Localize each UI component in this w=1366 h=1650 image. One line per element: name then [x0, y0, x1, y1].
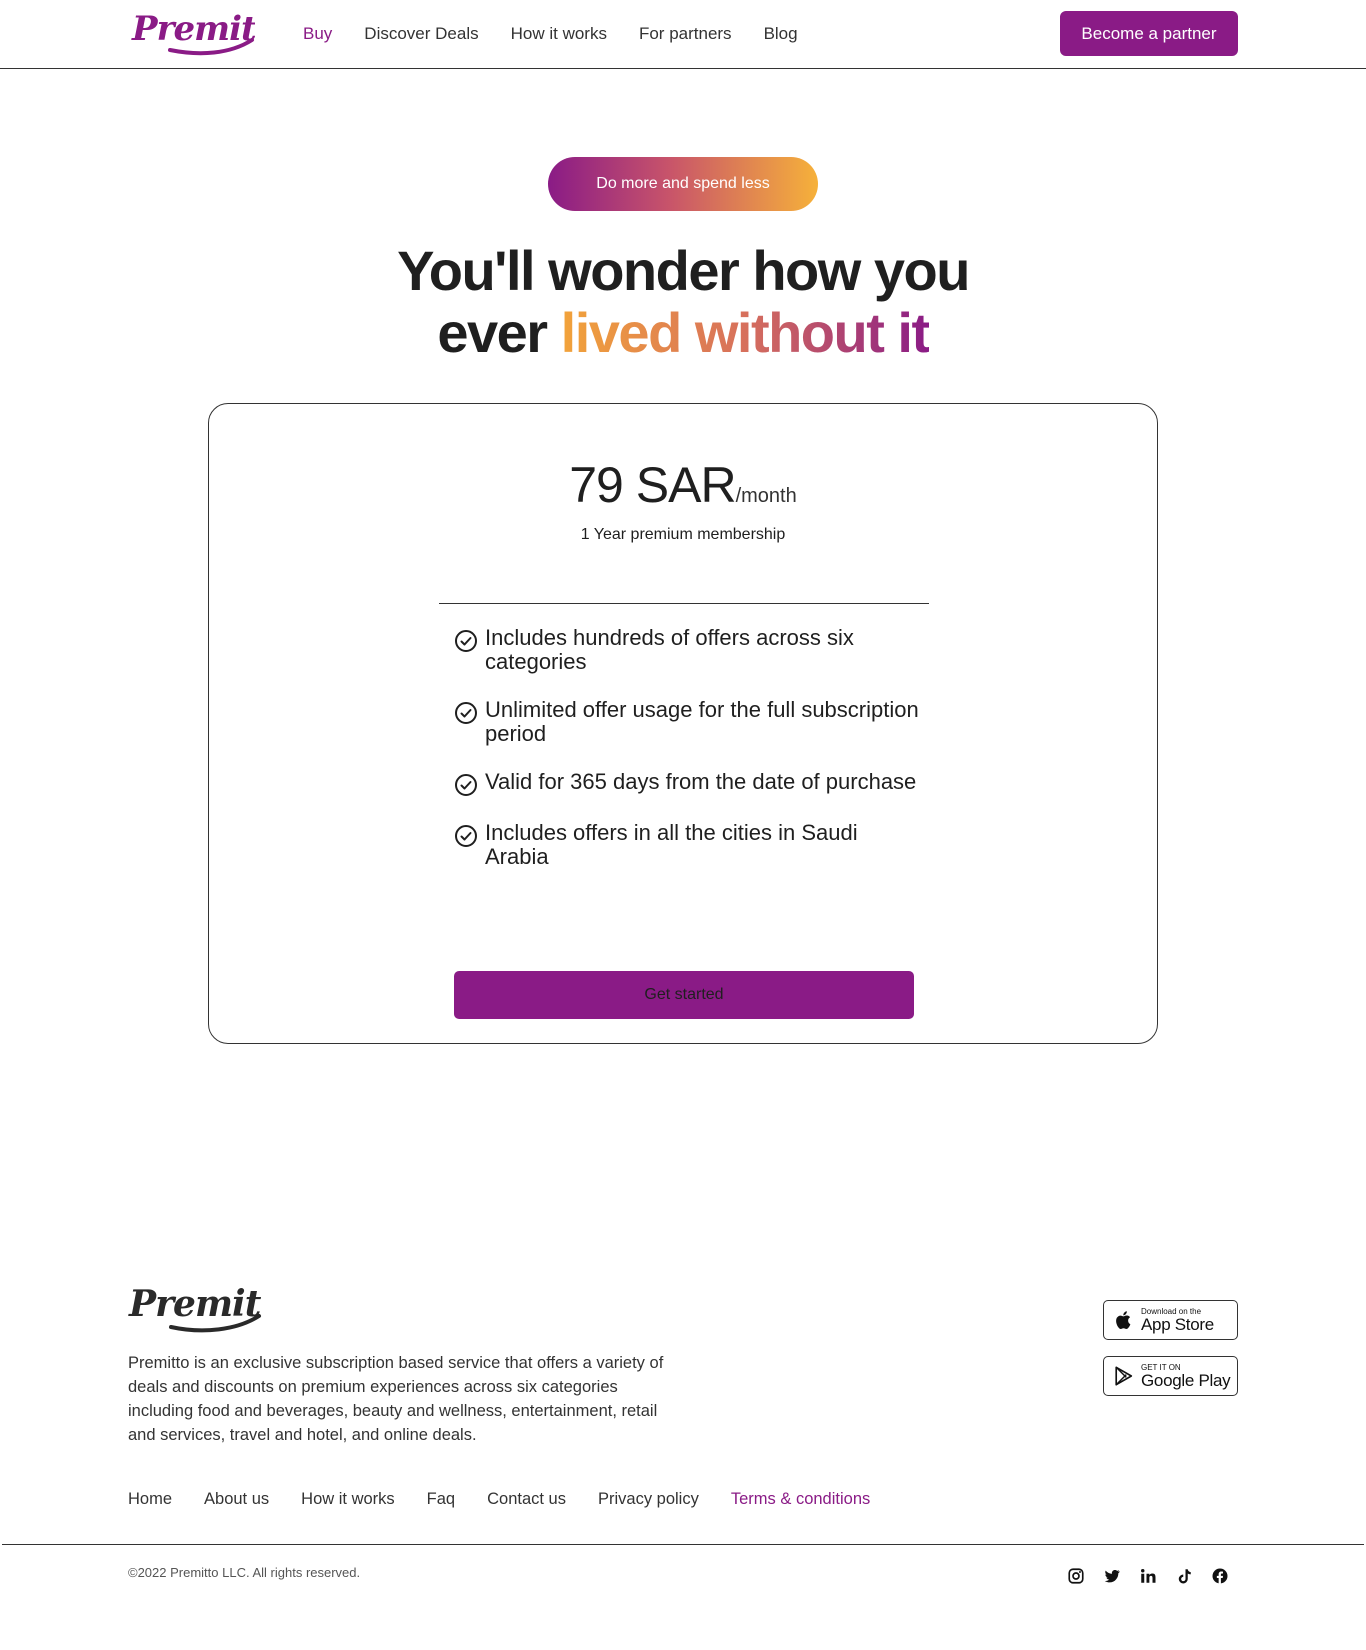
footer-logo[interactable]: Premitto: [127, 1280, 300, 1336]
footer-link-faq[interactable]: Faq: [427, 1490, 455, 1509]
check-circle-icon: [455, 825, 477, 847]
social-links: [1066, 1566, 1230, 1586]
feature-item: Includes hundreds of offers across six c…: [454, 626, 924, 674]
footer-link-home[interactable]: Home: [128, 1490, 172, 1509]
tagline-pill: Do more and spend less: [548, 157, 818, 211]
feature-item: Includes offers in all the cities in Sau…: [454, 821, 924, 869]
headline-line-1: You'll wonder how you: [397, 239, 970, 302]
headline-line-2-plain: ever: [437, 301, 548, 364]
footer-link-privacy-policy[interactable]: Privacy policy: [598, 1490, 699, 1509]
feature-item: Unlimited offer usage for the full subsc…: [454, 698, 924, 746]
footer-link-terms[interactable]: Terms & conditions: [731, 1490, 870, 1509]
header-logo[interactable]: Premitto: [130, 6, 293, 60]
plan-price: 79 SAR: [569, 457, 736, 513]
tiktok-icon[interactable]: [1174, 1566, 1194, 1586]
nav-for-partners[interactable]: For partners: [639, 22, 732, 46]
twitter-icon[interactable]: [1102, 1566, 1122, 1586]
page-headline: You'll wonder how you ever lived without…: [283, 240, 1083, 364]
card-divider: [439, 603, 929, 604]
google-play-button[interactable]: GET IT ON Google Play: [1103, 1356, 1238, 1396]
footer-link-contact-us[interactable]: Contact us: [487, 1490, 566, 1509]
feature-list: Includes hundreds of offers across six c…: [454, 626, 924, 893]
footer-link-about-us[interactable]: About us: [204, 1490, 269, 1509]
nav-discover-deals[interactable]: Discover Deals: [364, 22, 478, 46]
svg-text:Premitto: Premitto: [131, 9, 255, 49]
instagram-icon[interactable]: [1066, 1566, 1086, 1586]
app-store-button[interactable]: Download on the App Store: [1103, 1300, 1238, 1340]
check-circle-icon: [455, 774, 477, 796]
linkedin-icon[interactable]: [1138, 1566, 1158, 1586]
footer-link-how-it-works[interactable]: How it works: [301, 1490, 395, 1509]
check-circle-icon: [455, 702, 477, 724]
google-play-icon: [1115, 1366, 1133, 1386]
premitto-logo-icon: Premitto: [128, 1283, 300, 1333]
pricing-card: 79 SAR/month 1 Year premium membership I…: [208, 403, 1158, 1044]
plan-subtitle: 1 Year premium membership: [580, 526, 786, 543]
check-circle-icon: [455, 630, 477, 652]
feature-text: Includes hundreds of offers across six c…: [485, 625, 854, 674]
apple-icon: [1116, 1311, 1131, 1329]
svg-text:Premitto: Premitto: [128, 1283, 262, 1325]
site-header: Premitto Buy Discover Deals How it works…: [0, 0, 1366, 69]
google-play-text: GET IT ON Google Play: [1141, 1362, 1231, 1390]
get-started-button[interactable]: Get started: [454, 971, 914, 1019]
become-partner-button[interactable]: Become a partner: [1060, 11, 1238, 56]
premitto-logo-icon: Premitto: [131, 9, 293, 56]
price-row: 79 SAR/month: [209, 456, 1157, 514]
feature-text: Valid for 365 days from the date of purc…: [485, 769, 917, 794]
main-nav: Buy Discover Deals How it works For part…: [303, 22, 830, 46]
feature-text: Unlimited offer usage for the full subsc…: [485, 697, 919, 746]
plan-period: /month: [735, 485, 797, 507]
nav-how-it-works[interactable]: How it works: [511, 22, 607, 46]
footer-description: Premitto is an exclusive subscription ba…: [128, 1354, 664, 1444]
feature-item: Valid for 365 days from the date of purc…: [454, 770, 924, 797]
footer-divider: [2, 1544, 1364, 1545]
copyright-text: ©2022 Premitto LLC. All rights reserved.: [128, 1565, 361, 1580]
facebook-icon[interactable]: [1210, 1566, 1230, 1586]
app-store-text: Download on the App Store: [1141, 1306, 1214, 1334]
headline-line-2-gradient: lived without it: [560, 301, 930, 364]
feature-text: Includes offers in all the cities in Sau…: [485, 820, 858, 869]
nav-buy[interactable]: Buy: [303, 22, 332, 46]
footer-nav: Home About us How it works Faq Contact u…: [128, 1490, 902, 1509]
nav-blog[interactable]: Blog: [764, 22, 798, 46]
